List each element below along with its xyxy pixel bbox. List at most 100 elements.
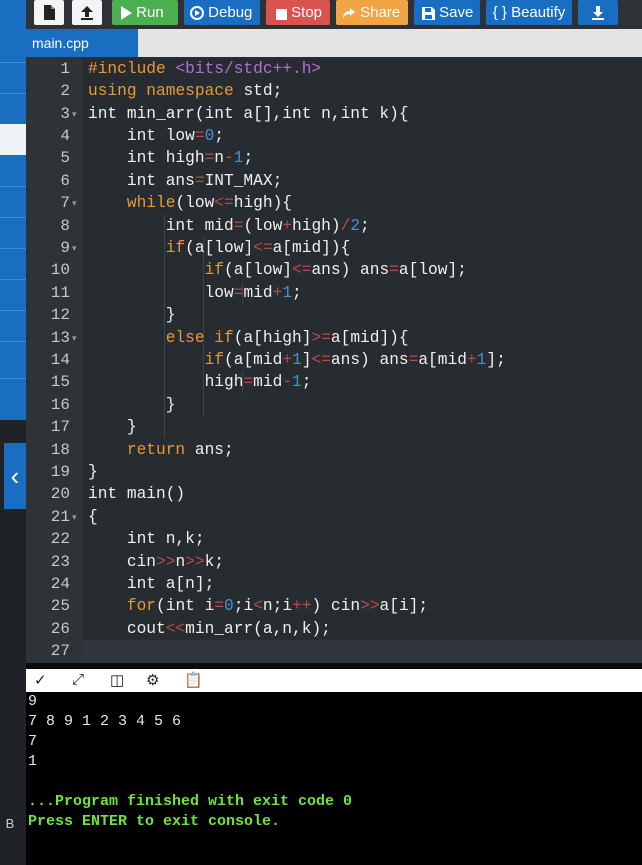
- main-toolbar: Run Debug Stop Share Save { } Beautify: [26, 0, 642, 29]
- code-line: high=mid-1;: [88, 373, 312, 392]
- line-number: 23: [50, 552, 70, 571]
- console-toolbar: ✓ ⤢ ◫ ⚙ 📋: [26, 669, 642, 692]
- code-line: if(a[mid+1]<=ans) ans=a[mid+1];: [204, 351, 506, 369]
- chevron-left-icon: ‹: [10, 461, 20, 491]
- sidebar-menu-strip: [0, 0, 26, 420]
- line-number: 8: [60, 216, 70, 235]
- upload-button[interactable]: [72, 0, 102, 25]
- line-number: 5: [60, 149, 70, 168]
- chevron-down-icon[interactable]: ✓: [34, 671, 47, 689]
- code-editor[interactable]: 1 2 3 ▾ 4 5 6 7 ▾ 8 9 ▾ 10 11 12 13 ▾ 14 15 16 17 18 19 20 21 ▾ 22…: [26, 57, 642, 663]
- file-tab-bar: main.cpp: [26, 29, 642, 57]
- code-line: if(a[low]<=a[mid]){: [165, 239, 351, 257]
- sidebar-divider: [0, 93, 26, 94]
- code-line: }: [88, 418, 137, 437]
- sidebar-divider: [0, 62, 26, 63]
- code-line: int n,k;: [88, 530, 205, 549]
- current-line-highlight: [82, 640, 642, 663]
- clipboard-icon[interactable]: 📋: [184, 671, 203, 689]
- console-output[interactable]: 9 7 8 9 1 2 3 4 5 6 7 1 ...Program finis…: [26, 692, 642, 865]
- line-number: 7: [60, 194, 70, 213]
- line-number: 11: [50, 283, 70, 302]
- debug-icon: [190, 6, 204, 20]
- code-line: while(low<=high){: [126, 194, 293, 213]
- code-line: int main(): [88, 485, 186, 504]
- tab-main-cpp[interactable]: main.cpp: [26, 29, 138, 57]
- beautify-button[interactable]: { } Beautify: [486, 0, 572, 25]
- code-line: int high=n-1;: [88, 149, 254, 168]
- line-number: 14: [50, 351, 70, 369]
- code-line: cout<<min_arr(a,n,k);: [88, 619, 331, 638]
- code-line: }: [88, 463, 98, 481]
- line-number: 27: [50, 642, 70, 661]
- line-number: 21: [50, 507, 70, 526]
- stop-label: Stop: [291, 4, 323, 21]
- line-number-gutter: 1 2 3 ▾ 4 5 6 7 ▾ 8 9 ▾ 10 11 12 13 ▾ 14 15 16 17 18 19 20 21 ▾ 22…: [26, 57, 82, 663]
- line-number: 10: [50, 261, 70, 280]
- new-file-button[interactable]: [34, 0, 64, 25]
- sidebar-divider: [0, 186, 26, 187]
- line-number: 3: [60, 104, 70, 123]
- fold-toggle-icon[interactable]: ▾: [72, 506, 80, 528]
- line-number: 9: [60, 239, 70, 257]
- line-number: 2: [60, 82, 70, 101]
- line-number: 20: [50, 485, 70, 504]
- code-line: int low=0;: [88, 127, 225, 145]
- upload-icon: [81, 6, 93, 20]
- fold-toggle-icon[interactable]: ▾: [72, 237, 80, 259]
- sidebar-divider: [0, 310, 26, 311]
- code-line: }: [88, 395, 176, 414]
- fold-toggle-icon[interactable]: ▾: [72, 192, 80, 214]
- line-number: 19: [50, 463, 70, 481]
- download-button[interactable]: [578, 0, 618, 25]
- run-button[interactable]: Run: [112, 0, 178, 25]
- press-enter-message: Press ENTER to exit console.: [28, 813, 281, 830]
- line-number: 16: [50, 395, 70, 414]
- line-number: 17: [50, 418, 70, 437]
- stop-icon: [276, 9, 287, 20]
- gear-icon[interactable]: ⚙: [146, 671, 159, 689]
- collapse-sidebar-button[interactable]: ‹: [4, 443, 26, 509]
- code-line: int mid=(low+high)/2;: [88, 216, 370, 235]
- line-number: 15: [50, 373, 70, 392]
- fold-toggle-icon[interactable]: ▾: [72, 327, 80, 349]
- sidebar-item-active[interactable]: [0, 124, 26, 155]
- stop-button[interactable]: Stop: [266, 0, 330, 25]
- line-number: 25: [50, 597, 70, 616]
- line-number: 1: [60, 59, 70, 78]
- code-line: else if(a[high]>=a[mid]){: [165, 328, 409, 347]
- console-output-line: 1: [28, 753, 38, 770]
- save-button[interactable]: Save: [414, 0, 480, 25]
- run-label: Run: [136, 4, 164, 21]
- share-icon: [343, 8, 355, 19]
- code-line: return ans;: [126, 440, 234, 459]
- code-line: }: [88, 306, 176, 325]
- download-icon: [592, 6, 604, 20]
- sidebar-divider: [0, 217, 26, 218]
- sidebar-divider: [0, 248, 26, 249]
- sidebar-edge-label: B: [5, 816, 15, 831]
- sidebar-divider: [0, 341, 26, 342]
- play-icon: [121, 6, 132, 20]
- debug-button[interactable]: Debug: [184, 0, 260, 25]
- exit-code-message: ...Program finished with exit code 0: [28, 793, 353, 810]
- line-number: 18: [50, 440, 70, 459]
- sidebar-divider: [0, 279, 26, 280]
- code-line: #include <bits/stdc++.h>: [88, 59, 322, 78]
- layout-icon[interactable]: ◫: [110, 671, 124, 689]
- console-output-line: 9: [28, 693, 38, 710]
- code-line: int min_arr(int a[],int n,int k){: [88, 104, 409, 123]
- file-icon: [44, 5, 55, 20]
- share-label: Share: [360, 4, 401, 21]
- left-sidebar: ‹ B: [0, 0, 26, 865]
- line-number: 22: [50, 530, 70, 549]
- code-line: low=mid+1;: [88, 283, 302, 302]
- sidebar-divider: [0, 378, 26, 379]
- line-number: 6: [60, 171, 70, 190]
- fold-toggle-icon[interactable]: ▾: [72, 103, 80, 125]
- expand-icon[interactable]: ⤢: [72, 671, 84, 688]
- line-number: 24: [50, 575, 70, 593]
- code-line: int a[n];: [88, 575, 215, 593]
- share-button[interactable]: Share: [336, 0, 408, 25]
- code-line: {: [88, 507, 98, 526]
